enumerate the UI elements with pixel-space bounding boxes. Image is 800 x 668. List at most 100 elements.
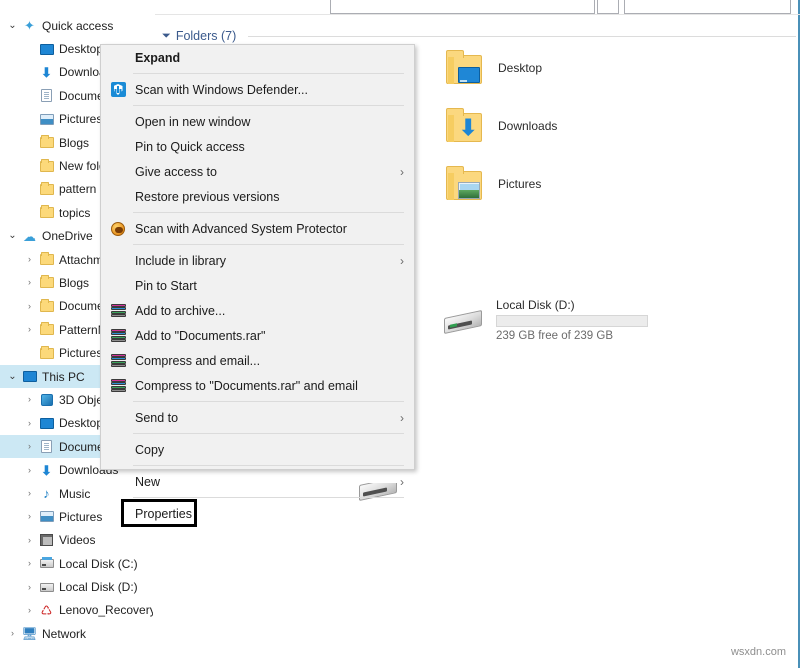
nav-item-label: Network bbox=[42, 627, 86, 641]
menu-item-label: Compress to "Documents.rar" and email bbox=[135, 379, 358, 393]
folder-icon bbox=[40, 348, 54, 359]
address-bar-strip bbox=[0, 0, 798, 14]
chevron-right-icon[interactable]: › bbox=[22, 255, 37, 264]
folder-tile-downloads[interactable]: ⬇ Downloads bbox=[444, 109, 557, 149]
winrar-icon bbox=[111, 304, 126, 318]
nav-item-label: Music bbox=[59, 487, 90, 501]
chevron-right-icon: › bbox=[400, 411, 404, 425]
menu-item-label: Send to bbox=[135, 411, 178, 425]
nav-item-label: Local Disk (D:) bbox=[59, 580, 138, 594]
chevron-right-icon[interactable]: › bbox=[22, 442, 37, 451]
nav-item-network[interactable]: ›🖥Network bbox=[0, 622, 155, 645]
folder-tile-desktop[interactable]: Desktop bbox=[444, 51, 542, 91]
chevron-right-icon[interactable]: › bbox=[22, 559, 37, 568]
menu-item-compress-to-documents-rar-and-email[interactable]: Compress to "Documents.rar" and email bbox=[101, 373, 414, 398]
menu-item-include-in-library[interactable]: Include in library › bbox=[101, 248, 414, 273]
chevron-right-icon[interactable]: › bbox=[22, 395, 37, 404]
folder-tile-label: Downloads bbox=[498, 109, 557, 133]
picture-icon bbox=[40, 511, 54, 522]
nav-item-local-disk-c[interactable]: ›Local Disk (C:) bbox=[0, 552, 155, 575]
nav-item-lenovo-recovery-e[interactable]: ›♺Lenovo_Recovery (E bbox=[0, 599, 155, 622]
recovery-icon: ♺ bbox=[41, 604, 53, 617]
star-icon: ✦ bbox=[24, 19, 35, 32]
folder-icon bbox=[40, 277, 54, 288]
menu-item-restore-previous-versions[interactable]: Restore previous versions bbox=[101, 184, 414, 209]
menu-item-open-in-new-window[interactable]: Open in new window bbox=[101, 109, 414, 134]
asp-lion-icon bbox=[111, 222, 125, 236]
folder-icon bbox=[40, 137, 54, 148]
folder-tile-label: Desktop bbox=[498, 51, 542, 75]
menu-item-pin-to-quick-access[interactable]: Pin to Quick access bbox=[101, 134, 414, 159]
chevron-right-icon[interactable]: › bbox=[22, 536, 37, 545]
group-header-label: Folders (7) bbox=[176, 29, 236, 43]
folder-icon bbox=[40, 207, 54, 218]
menu-item-send-to[interactable]: Send to › bbox=[101, 405, 414, 430]
drive-label: Local Disk (D:) bbox=[496, 298, 648, 312]
chevron-right-icon[interactable]: › bbox=[22, 606, 37, 615]
nav-item-label: Desktop bbox=[59, 416, 103, 430]
menu-separator bbox=[133, 497, 404, 498]
document-icon bbox=[41, 89, 52, 102]
chevron-down-icon[interactable]: ⌄ bbox=[5, 231, 20, 241]
menu-item-add-to-documents-rar[interactable]: Add to "Documents.rar" bbox=[101, 323, 414, 348]
menu-item-new[interactable]: New› bbox=[101, 469, 414, 494]
chevron-right-icon: › bbox=[22, 138, 37, 147]
menu-item-label: Restore previous versions bbox=[135, 190, 280, 204]
menu-separator bbox=[133, 465, 404, 466]
chevron-right-icon: › bbox=[22, 185, 37, 194]
chevron-right-icon[interactable]: › bbox=[22, 512, 37, 521]
monitor-badge-icon bbox=[458, 67, 480, 83]
drive-tile-local-disk-d[interactable]: Local Disk (D:) 239 GB free of 239 GB bbox=[442, 298, 648, 342]
chevron-right-icon[interactable]: › bbox=[5, 629, 20, 638]
watermark: wsxdn.com bbox=[731, 646, 786, 658]
address-path-input[interactable] bbox=[330, 0, 595, 14]
nav-item-label: Pictures bbox=[59, 510, 102, 524]
menu-item-label: Include in library bbox=[135, 254, 226, 268]
chevron-right-icon[interactable]: › bbox=[22, 278, 37, 287]
menu-item-label: Give access to bbox=[135, 165, 217, 179]
address-go-button[interactable] bbox=[597, 0, 619, 14]
menu-item-copy[interactable]: Copy bbox=[101, 437, 414, 462]
chevron-right-icon[interactable]: › bbox=[22, 466, 37, 475]
chevron-down-icon[interactable]: ⌄ bbox=[5, 21, 20, 31]
nav-item-quick-access[interactable]: ⌄✦Quick access bbox=[0, 14, 155, 37]
monitor-icon bbox=[40, 418, 54, 429]
drive-capacity-text: 239 GB free of 239 GB bbox=[496, 330, 648, 342]
menu-item-compress-and-email[interactable]: Compress and email... bbox=[101, 348, 414, 373]
menu-item-properties[interactable]: Properties bbox=[101, 501, 414, 526]
chevron-right-icon[interactable]: › bbox=[22, 583, 37, 592]
menu-item-scan-with-advanced-system-protector[interactable]: Scan with Advanced System Protector bbox=[101, 216, 414, 241]
download-arrow-badge-icon: ⬇ bbox=[459, 121, 477, 135]
menu-item-label: Scan with Windows Defender... bbox=[135, 83, 308, 97]
menu-item-expand[interactable]: Expand bbox=[101, 45, 414, 70]
menu-item-scan-with-windows-defender[interactable]: Scan with Windows Defender... bbox=[101, 77, 414, 102]
chevron-right-icon[interactable]: › bbox=[22, 489, 37, 498]
monitor-icon bbox=[23, 371, 37, 382]
chevron-down-icon[interactable]: ⌄ bbox=[5, 372, 20, 382]
menu-item-pin-to-start[interactable]: Pin to Start bbox=[101, 273, 414, 298]
context-menu[interactable]: Expand Scan with Windows Defender... Open … bbox=[100, 44, 415, 470]
nav-item-label: Pictures bbox=[59, 346, 102, 360]
nav-item-videos[interactable]: › Videos bbox=[0, 529, 155, 552]
folder-icon bbox=[40, 161, 54, 172]
folder-icon bbox=[40, 184, 54, 195]
menu-item-give-access-to[interactable]: Give access to› bbox=[101, 159, 414, 184]
drive-icon bbox=[442, 298, 484, 338]
chevron-right-icon[interactable]: › bbox=[22, 302, 37, 311]
search-input[interactable] bbox=[624, 0, 791, 14]
group-header-folders[interactable]: ⏷ Folders (7) bbox=[162, 29, 236, 43]
folder-icon bbox=[40, 254, 54, 265]
nav-item-label: Videos bbox=[59, 533, 95, 547]
chevron-right-icon[interactable]: › bbox=[22, 419, 37, 428]
menu-item-add-to-archive[interactable]: Add to archive... bbox=[101, 298, 414, 323]
chevron-right-icon[interactable]: › bbox=[22, 325, 37, 334]
drive-system-icon bbox=[40, 559, 54, 568]
nav-item-local-disk-d[interactable]: › Local Disk (D:) bbox=[0, 575, 155, 598]
menu-item-label: New bbox=[135, 475, 160, 489]
chevron-right-icon: › bbox=[400, 254, 404, 268]
menu-item-label: Expand bbox=[135, 51, 180, 65]
menu-separator bbox=[133, 401, 404, 402]
folder-tile-pictures[interactable]: Pictures bbox=[444, 167, 541, 207]
chevron-down-icon: ⏷ bbox=[162, 30, 171, 43]
chevron-right-icon: › bbox=[22, 45, 37, 54]
